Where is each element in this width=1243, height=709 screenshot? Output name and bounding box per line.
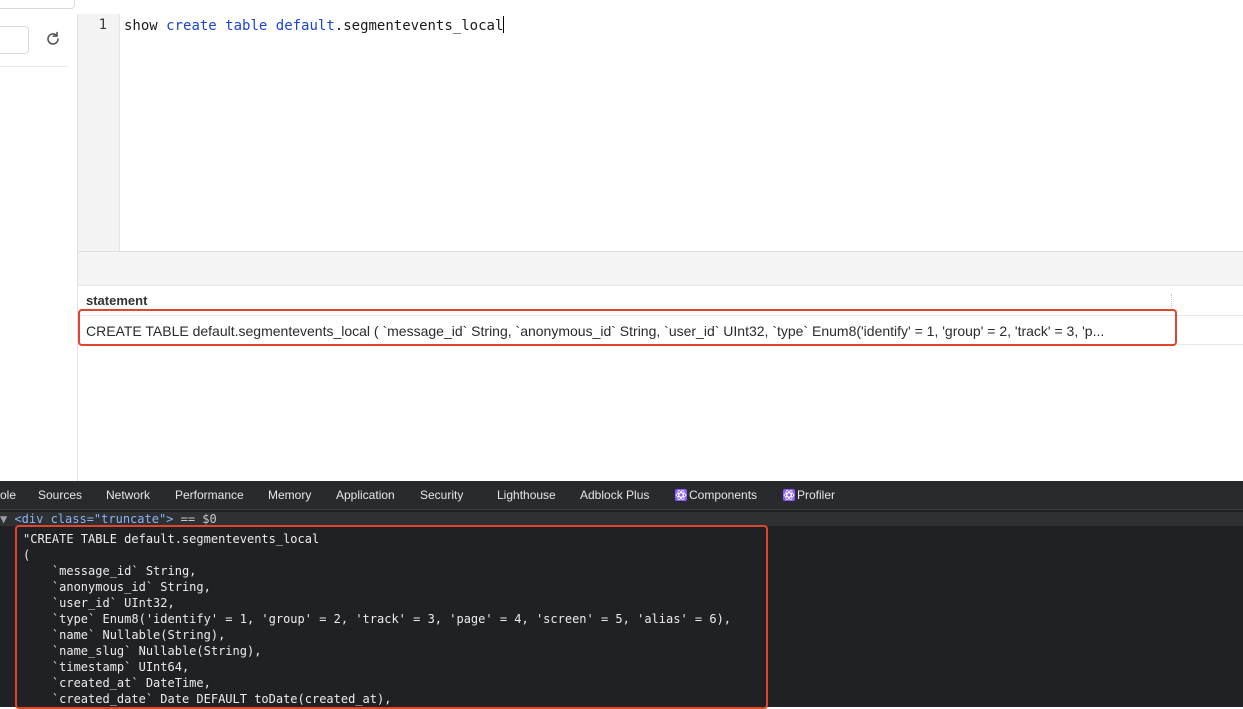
refresh-icon[interactable] xyxy=(44,30,62,48)
react-components-icon xyxy=(675,489,687,501)
code-line: `user_id` UInt32, xyxy=(23,596,175,610)
keyword-table: table xyxy=(225,18,268,34)
tab-sources[interactable]: Sources xyxy=(38,488,82,502)
column-header-statement[interactable]: statement xyxy=(86,293,147,308)
top-strip xyxy=(0,0,1243,15)
tab-console[interactable]: ole xyxy=(0,488,16,502)
code-line: `anonymous_id` String, xyxy=(23,580,211,594)
result-cell-statement[interactable]: CREATE TABLE default.segmentevents_local… xyxy=(86,323,1164,339)
text-cursor xyxy=(503,16,505,33)
keyword-create: create xyxy=(166,18,217,34)
token-show: show xyxy=(124,18,167,34)
keyword-default: default xyxy=(275,18,335,34)
tab-profiler-label: Profiler xyxy=(797,488,836,502)
devtools-panel: ole Sources Network Performance Memory A… xyxy=(0,481,1243,707)
node-tag: <div class="truncate"> xyxy=(14,512,174,526)
tab-lighthouse[interactable]: Lighthouse xyxy=(497,488,556,502)
code-line: `created_date` Date DEFAULT toDate(creat… xyxy=(23,692,392,706)
results-table: statement CREATE TABLE default.segmentev… xyxy=(78,286,1243,481)
code-line: ( xyxy=(23,548,31,562)
tab-profiler[interactable]: Profiler xyxy=(783,488,835,502)
editor-toolbar-band xyxy=(78,252,1243,286)
tab-components-label: Components xyxy=(689,488,758,502)
node-expand-arrow-icon[interactable]: ▼ xyxy=(0,512,14,526)
devtools-text-node: "CREATE TABLE default.segmentevents_loca… xyxy=(23,531,731,707)
code-line: `name` Nullable(String), xyxy=(23,628,226,642)
code-line: `type` Enum8('identify' = 1, 'group' = 2… xyxy=(23,612,732,626)
editor-gutter: 1 xyxy=(78,14,120,251)
tab-performance[interactable]: Performance xyxy=(175,488,244,502)
row-divider xyxy=(78,344,1243,345)
row-divider xyxy=(78,315,1243,316)
code-line: `created_at` DateTime, xyxy=(23,676,211,690)
tab-adblock-plus[interactable]: Adblock Plus xyxy=(580,488,649,502)
column-resize-handle[interactable] xyxy=(1171,294,1174,308)
tab-components[interactable]: Components xyxy=(675,488,757,502)
react-profiler-icon xyxy=(783,489,795,501)
tab-security[interactable]: Security xyxy=(420,488,463,502)
tab-memory[interactable]: Memory xyxy=(268,488,311,502)
left-sidebar xyxy=(0,14,78,481)
top-input-stub[interactable] xyxy=(0,0,75,9)
tab-application[interactable]: Application xyxy=(336,488,395,502)
devtools-tab-bar: ole Sources Network Performance Memory A… xyxy=(0,481,1243,510)
code-line: "CREATE TABLE default.segmentevents_loca… xyxy=(23,532,320,546)
sql-editor[interactable]: 1 show create table default.segmentevent… xyxy=(78,14,1243,252)
code-line: `name_slug` Nullable(String), xyxy=(23,644,262,658)
tab-network[interactable]: Network xyxy=(106,488,150,502)
sidebar-search-input[interactable] xyxy=(0,26,29,54)
line-number: 1 xyxy=(98,17,107,33)
code-line: `timestamp` UInt64, xyxy=(23,660,190,674)
sidebar-divider xyxy=(0,66,68,67)
node-selection-marker: == $0 xyxy=(173,512,217,526)
code-line: `message_id` String, xyxy=(23,564,197,578)
editor-code-line[interactable]: show create table default.segmentevents_… xyxy=(124,16,505,34)
token-table-name: .segmentevents_local xyxy=(334,18,504,34)
selected-dom-node[interactable]: ▼ <div class="truncate"> == $0 xyxy=(0,512,1243,526)
